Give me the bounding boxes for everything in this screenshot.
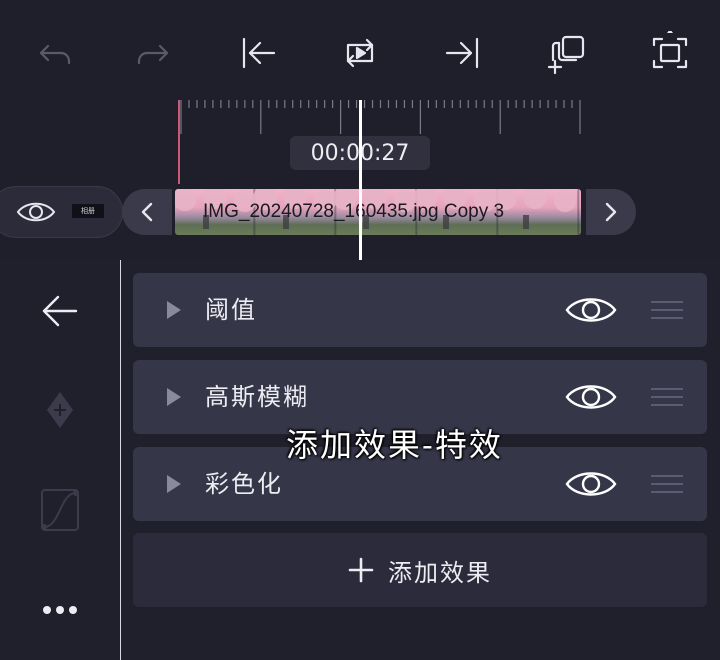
clip-prev-button[interactable]: [122, 189, 172, 235]
timeline-clip[interactable]: IMG_20240728_160435.jpg Copy 3: [175, 189, 581, 235]
drag-handle-icon[interactable]: [651, 474, 683, 494]
expand-arrow-icon[interactable]: [165, 300, 183, 320]
more-dots-icon: [43, 606, 77, 614]
add-effect-button[interactable]: 添加效果: [133, 533, 707, 607]
redo-icon: [137, 44, 169, 65]
eye-icon[interactable]: [565, 293, 617, 327]
start-marker: [178, 100, 180, 184]
jump-to-end-icon: [445, 37, 479, 69]
loop-play-icon: [346, 38, 374, 68]
add-effect-label: 添加效果: [388, 558, 492, 587]
chevron-left-icon: [141, 202, 153, 222]
jump-to-start-icon: [242, 37, 276, 69]
track-visibility-eye-icon[interactable]: [16, 198, 56, 226]
jump-to-end-button[interactable]: [438, 28, 488, 78]
arrow-left-icon: [42, 295, 78, 327]
side-divider: [120, 260, 121, 660]
playhead[interactable]: [359, 100, 362, 260]
loop-play-button[interactable]: [335, 28, 385, 78]
back-button[interactable]: [30, 281, 90, 341]
eye-icon[interactable]: [565, 380, 617, 414]
effect-row[interactable]: 阈值: [133, 273, 707, 347]
plus-icon: [348, 557, 374, 583]
track-thumbnail: 相册: [72, 204, 104, 218]
add-keyframe-button[interactable]: [30, 380, 90, 440]
effect-name: 彩色化: [205, 470, 283, 498]
drag-handle-icon[interactable]: [651, 300, 683, 320]
clip-next-button[interactable]: [586, 189, 636, 235]
more-options-button[interactable]: [30, 580, 90, 640]
easing-curve-button[interactable]: [30, 480, 90, 540]
curve-icon: [41, 489, 79, 531]
undo-icon: [39, 44, 71, 65]
expand-arrow-icon[interactable]: [165, 387, 183, 407]
chevron-right-icon: [605, 202, 617, 222]
expand-arrow-icon[interactable]: [165, 474, 183, 494]
eye-icon[interactable]: [565, 467, 617, 501]
overlay-caption: 添加效果-特效: [286, 426, 503, 464]
drag-handle-icon[interactable]: [651, 387, 683, 407]
add-layer-button[interactable]: [542, 28, 592, 78]
undo-button[interactable]: [28, 28, 78, 78]
top-toolbar: [0, 0, 720, 100]
redo-button[interactable]: [130, 28, 180, 78]
timeline-ruler[interactable]: [178, 98, 583, 134]
clip-name: IMG_20240728_160435.jpg Copy 3: [203, 201, 505, 222]
add-layer-icon: [547, 35, 585, 75]
jump-to-start-button[interactable]: [233, 28, 283, 78]
effect-name: 阈值: [205, 296, 257, 324]
fullscreen-button[interactable]: [645, 28, 695, 78]
fullscreen-icon: [652, 31, 688, 69]
keyframe-add-icon: [47, 392, 73, 428]
